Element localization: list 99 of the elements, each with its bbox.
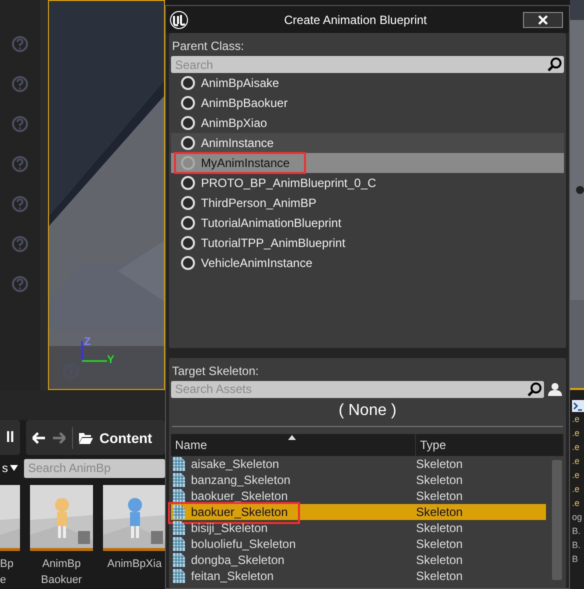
filter-button[interactable]: s: [0, 461, 20, 475]
help-icon[interactable]: [12, 236, 28, 252]
search-field[interactable]: Search AnimBp: [24, 458, 165, 478]
close-icon: [538, 14, 548, 25]
table-cell: baokuer_Skeleton: [191, 504, 288, 519]
window-title: Create Animation Blueprint: [283, 12, 428, 27]
option-label: AnimBpBaokuer: [201, 96, 288, 110]
help-icon[interactable]: [12, 156, 28, 172]
class-option[interactable]: ThirdPerson_AnimBP: [171, 193, 564, 214]
log-line: .e: [571, 483, 581, 496]
log-line: .e: [571, 469, 581, 482]
asset-name: AnimBpXia: [107, 557, 162, 572]
column-header[interactable]: Type: [420, 438, 446, 452]
skeleton-asset-icon: [173, 472, 185, 487]
table-cell-text: Skeleton: [416, 504, 464, 519]
log-line: .e: [571, 427, 581, 440]
option-label: ThirdPerson_AnimBP: [201, 196, 316, 210]
class-option[interactable]: AnimInstance: [171, 133, 564, 154]
table-cell: boluoliefu_Skeleton: [191, 536, 296, 551]
section-label: Target Skeleton:: [172, 364, 260, 378]
class-option[interactable]: MyAnimInstance: [171, 153, 564, 174]
log-line: .e: [571, 441, 581, 454]
help-icon[interactable]: [12, 276, 28, 292]
person-icon: [548, 382, 562, 396]
log-line: .e: [571, 455, 581, 468]
option-label: AnimBpXiao: [201, 116, 268, 130]
log-line: B: [571, 553, 580, 566]
scrollbar[interactable]: [552, 460, 562, 580]
section-label: Parent Class:: [172, 39, 246, 54]
help-icon[interactable]: [12, 76, 28, 92]
table-row[interactable]: aisake_Skeleton Skeleton: [171, 456, 546, 472]
sort-arrow-icon: [288, 434, 296, 440]
log-line: B.: [571, 539, 582, 552]
asset-name: Bp e: [0, 557, 14, 588]
back-arrow-icon[interactable]: [32, 432, 46, 444]
axis-label: Y: [107, 354, 114, 366]
folder-path[interactable]: Content: [99, 430, 152, 446]
table-cell: banzang_Skeleton: [191, 472, 290, 487]
option-label: AnimBpAisake: [201, 76, 280, 90]
table-cell-text: Skeleton: [416, 520, 464, 535]
table-cell-text: Skeleton: [416, 536, 464, 551]
table-row[interactable]: boluoliefu_Skeleton Skeleton: [171, 536, 546, 552]
skeleton-asset-icon: [173, 552, 185, 567]
log-line: .e: [571, 497, 581, 510]
class-option[interactable]: VehicleAnimInstance: [171, 253, 564, 274]
console-icon[interactable]: [572, 400, 584, 412]
skeleton-asset-icon: [173, 520, 185, 535]
log-line: B.: [571, 525, 582, 538]
search-icon: [527, 382, 542, 397]
table-cell: dongba_Skeleton: [191, 552, 284, 567]
forward-arrow-icon[interactable]: [52, 432, 66, 444]
radio-button[interactable]: [181, 156, 195, 170]
table-cell-text: Skeleton: [416, 472, 464, 487]
table-row[interactable]: feitan_Skeleton Skeleton: [171, 568, 546, 584]
current-value: ( None ): [172, 398, 563, 427]
user-button[interactable]: [546, 380, 564, 398]
close-button[interactable]: [523, 12, 563, 28]
class-option[interactable]: AnimBpXiao: [171, 113, 564, 134]
table-cell-text: Skeleton: [416, 552, 464, 567]
table-cell: baokuer_Skeleton: [191, 488, 288, 503]
column-header[interactable]: Name: [175, 438, 208, 452]
help-icon[interactable]: [12, 116, 28, 132]
table-cell-text: Skeleton: [416, 568, 464, 583]
folder-icon[interactable]: [79, 432, 94, 444]
help-icon[interactable]: [12, 36, 28, 52]
log-line: og: [571, 511, 584, 524]
table-cell: aisake_Skeleton: [191, 456, 280, 471]
option-label: TutorialTPP_AnimBlueprint: [201, 236, 346, 250]
table-row[interactable]: dongba_Skeleton Skeleton: [171, 552, 546, 568]
skeleton-asset-icon: [173, 456, 185, 471]
skeleton-asset-icon: [173, 488, 185, 503]
table-row[interactable]: bisiji_Skeleton Skeleton: [171, 520, 546, 536]
option-label: AnimInstance: [201, 136, 274, 150]
table-cell-text: Skeleton: [416, 488, 464, 503]
table-cell-text: Skeleton: [416, 456, 464, 471]
class-option[interactable]: TutorialTPP_AnimBlueprint: [171, 233, 564, 254]
skeleton-asset-icon: [173, 536, 185, 551]
asset-name: AnimBp Baokuer: [41, 557, 82, 588]
caret-icon: [10, 465, 18, 471]
toolbar-button[interactable]: ll: [0, 420, 20, 455]
option-label: TutorialAnimationBlueprint: [201, 216, 342, 230]
axis-label: Z: [84, 336, 91, 348]
table-row[interactable]: banzang_Skeleton Skeleton: [171, 472, 546, 488]
skeleton-asset-icon: [173, 504, 185, 519]
help-icon[interactable]: [12, 196, 28, 212]
class-option[interactable]: AnimBpAisake: [171, 73, 564, 94]
skeleton-asset-icon: [173, 568, 185, 583]
class-option[interactable]: PROTO_BP_AnimBlueprint_0_C: [171, 173, 564, 194]
class-option[interactable]: AnimBpBaokuer: [171, 93, 564, 114]
search-icon: [547, 57, 562, 72]
class-option[interactable]: TutorialAnimationBlueprint: [171, 213, 564, 234]
table-cell: feitan_Skeleton: [191, 568, 274, 583]
option-label: MyAnimInstance: [201, 156, 290, 170]
log-line: .e: [571, 413, 581, 426]
logo-icon: [170, 10, 188, 29]
table-row[interactable]: baokuer_Skeleton Skeleton: [171, 488, 546, 504]
option-label: PROTO_BP_AnimBlueprint_0_C: [201, 176, 376, 190]
option-label: VehicleAnimInstance: [201, 256, 312, 270]
table-cell: bisiji_Skeleton: [191, 520, 268, 535]
